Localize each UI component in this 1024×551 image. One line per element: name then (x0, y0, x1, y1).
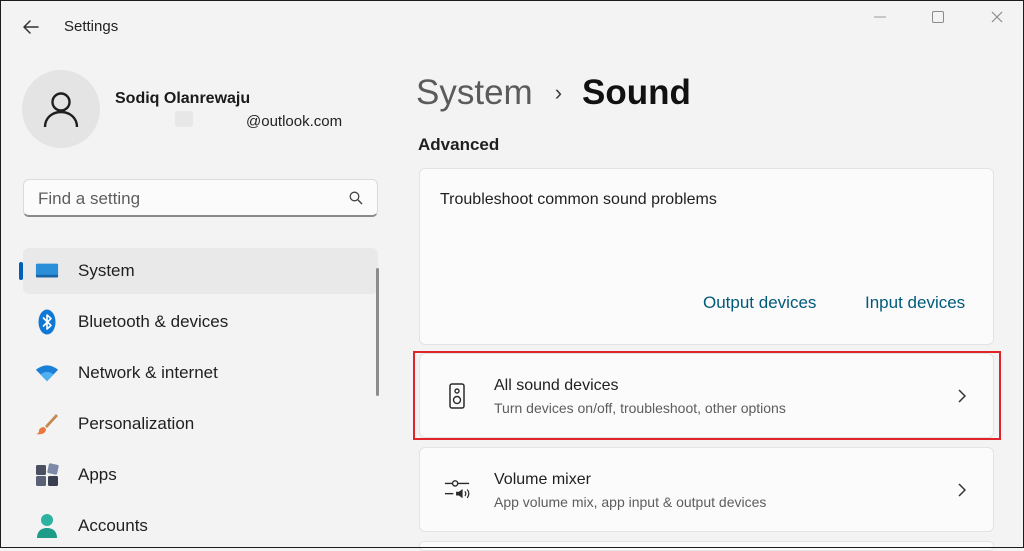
troubleshoot-card: Troubleshoot common sound problems Outpu… (419, 168, 994, 345)
speaker-icon (444, 383, 470, 409)
next-row[interactable] (419, 541, 994, 551)
row-title: All sound devices (494, 377, 619, 394)
section-heading: Advanced (418, 135, 500, 154)
nav-label: Network & internet (78, 363, 218, 382)
nav-label: Apps (78, 465, 117, 484)
minimize-button[interactable] (865, 6, 895, 28)
user-name: Sodiq Olanrewaju (115, 90, 251, 107)
close-button[interactable] (982, 6, 1012, 28)
app-title: Settings (64, 18, 119, 35)
maximize-icon (932, 11, 944, 23)
row-subtitle: App volume mix, app input & output devic… (494, 494, 767, 510)
nav-item-apps[interactable]: Apps (23, 452, 378, 498)
minimize-icon (874, 16, 886, 18)
breadcrumb-separator: › (554, 80, 563, 105)
output-devices-button[interactable]: Output devices (703, 293, 816, 313)
all-sound-devices-row[interactable]: All sound devices Turn devices on/off, t… (419, 353, 994, 438)
breadcrumb-parent[interactable]: System (416, 73, 533, 113)
search-icon[interactable] (349, 191, 363, 205)
user-icon (43, 92, 79, 128)
nav-item-system[interactable]: System (19, 248, 378, 294)
search-input[interactable] (36, 186, 340, 212)
monitor-icon (35, 259, 59, 283)
nav-item-accounts[interactable]: Accounts (23, 503, 378, 549)
mixer-icon (444, 476, 470, 502)
title-bar: Settings (0, 0, 1024, 54)
user-email: @outlook.com (246, 113, 343, 130)
nav-label: System (78, 261, 135, 280)
nav-item-network-internet[interactable]: Network & internet (23, 350, 378, 396)
back-arrow-icon (23, 20, 39, 34)
avatar[interactable] (22, 70, 100, 148)
nav-scrollbar[interactable] (376, 268, 379, 396)
email-redaction (175, 111, 193, 127)
volume-mixer-row[interactable]: Volume mixer App volume mix, app input &… (419, 447, 994, 532)
bluetooth-icon (35, 309, 59, 335)
page-title: Sound (582, 73, 691, 112)
nav-label: Personalization (78, 414, 195, 433)
paintbrush-icon (35, 412, 59, 436)
maximize-button[interactable] (923, 6, 953, 28)
input-devices-button[interactable]: Input devices (865, 293, 965, 313)
nav-label: Bluetooth & devices (78, 312, 229, 331)
breadcrumb: System › Sound (416, 70, 691, 116)
search-box (23, 179, 378, 217)
apps-icon (35, 463, 59, 487)
wifi-icon (35, 361, 59, 385)
nav-item-personalization[interactable]: Personalization (23, 401, 378, 447)
chevron-right-icon (955, 389, 969, 403)
close-icon (991, 11, 1003, 23)
row-subtitle: Turn devices on/off, troubleshoot, other… (494, 400, 786, 416)
selection-indicator (19, 262, 23, 280)
troubleshoot-title: Troubleshoot common sound problems (440, 191, 717, 208)
nav-label: Accounts (78, 516, 148, 535)
back-button[interactable] (18, 14, 44, 40)
row-title: Volume mixer (494, 471, 591, 488)
accounts-icon (35, 514, 59, 538)
nav-item-bluetooth-devices[interactable]: Bluetooth & devices (23, 299, 378, 345)
chevron-right-icon (955, 483, 969, 497)
